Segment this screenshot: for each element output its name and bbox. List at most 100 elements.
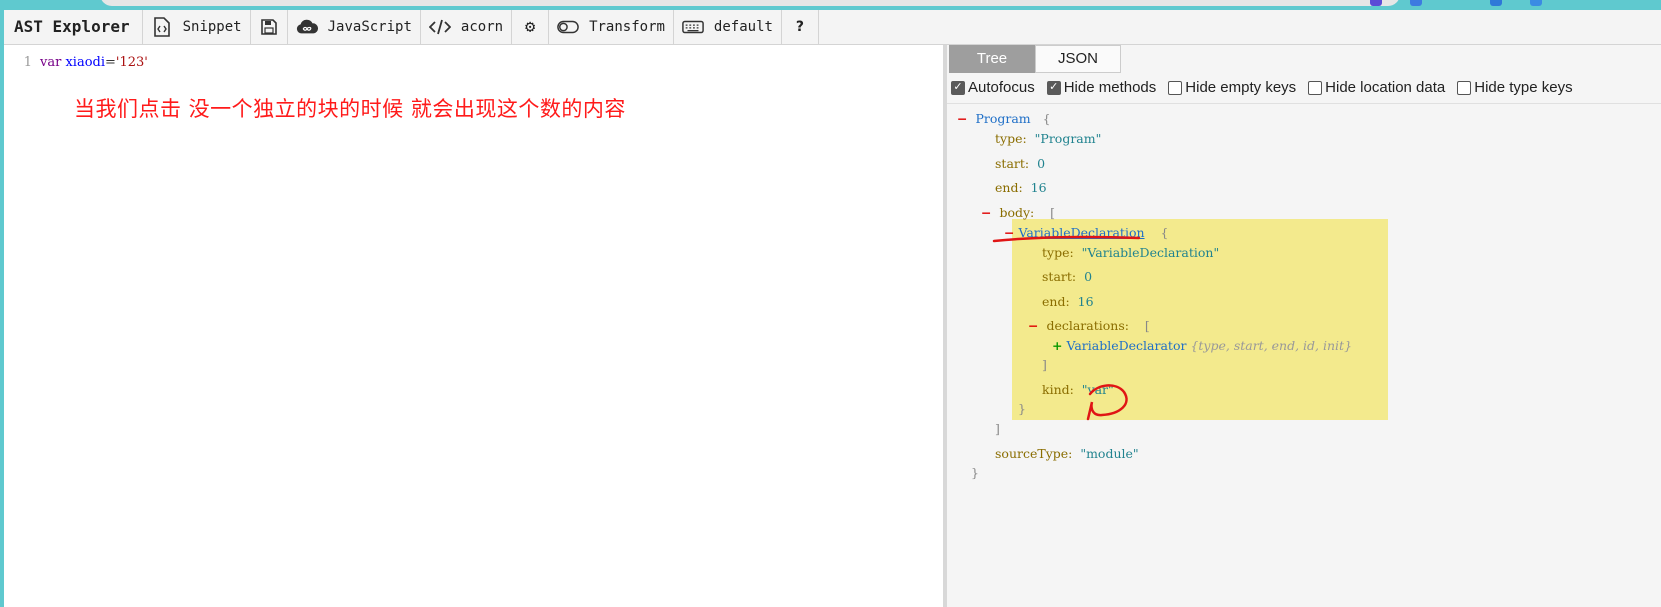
tree-property[interactable]: end: 16	[1042, 294, 1094, 309]
property-key: start:	[1042, 269, 1077, 284]
property-key: body:	[999, 205, 1035, 220]
option-hide-methods[interactable]: ✓ Hide methods	[1046, 79, 1157, 96]
bracket-close: ]	[995, 421, 1000, 436]
property-value: "var"	[1081, 382, 1114, 397]
property-value: "Program"	[1034, 131, 1102, 146]
code-editor[interactable]: 1 var xiaodi='123' 当我们点击 没一个独立的块的时候 就会出现这…	[4, 45, 947, 607]
browser-frame-strip	[0, 0, 1661, 10]
brace-close: }	[1018, 401, 1026, 416]
property-key: start:	[995, 156, 1030, 171]
option-hide-location-data[interactable]: Hide location data	[1308, 79, 1445, 96]
cloud-infinity-icon	[296, 16, 318, 38]
checkbox-checked-icon[interactable]: ✓	[1046, 80, 1061, 95]
keyboard-icon	[682, 16, 704, 38]
expand-toggle[interactable]: +	[1052, 338, 1062, 353]
tree-property[interactable]: start: 0	[1042, 269, 1092, 284]
output-panel: Tree JSON ✓ Autofocus ✓ Hide methods Hide …	[947, 45, 1661, 607]
tree-node-variable-declaration[interactable]: − VariableDeclaration {	[1004, 225, 1168, 240]
bracket: [	[1144, 318, 1150, 333]
tree-property[interactable]: kind: "var"	[1042, 382, 1114, 397]
tab-tree[interactable]: Tree	[949, 45, 1035, 73]
toolbar: AST Explorer Snippet JavaScript acorn ⚙ …	[4, 10, 1661, 45]
gear-icon: ⚙	[524, 17, 536, 37]
option-autofocus[interactable]: ✓ Autofocus	[951, 79, 1035, 96]
help-button[interactable]: ?	[782, 10, 819, 44]
tree-property-body[interactable]: − body: [	[981, 205, 1055, 220]
tree-options: ✓ Autofocus ✓ Hide methods Hide empty keys…	[951, 79, 1573, 96]
question-icon: ?	[795, 19, 804, 35]
option-label: Hide type keys	[1474, 79, 1573, 96]
property-value: 0	[1084, 269, 1093, 284]
brace: {	[1042, 111, 1051, 126]
option-label: Hide location data	[1325, 79, 1446, 96]
transform-toggle[interactable]: Transform	[549, 10, 674, 44]
save-button[interactable]	[251, 10, 288, 44]
property-key: kind:	[1042, 382, 1074, 397]
brace-close: }	[971, 465, 979, 480]
property-key: end:	[1042, 294, 1070, 309]
language-label: JavaScript	[327, 19, 412, 35]
keymap-select[interactable]: default	[674, 10, 782, 44]
option-label: Autofocus	[968, 79, 1035, 96]
language-select[interactable]: JavaScript	[288, 10, 421, 44]
tree-node-program[interactable]: − Program {	[957, 111, 1051, 126]
code-icon	[428, 16, 451, 38]
collapse-toggle[interactable]: −	[957, 111, 967, 126]
code-line: 1 var xiaodi='123'	[4, 55, 148, 70]
property-value: 0	[1037, 156, 1046, 171]
output-tabs: Tree JSON	[949, 45, 1121, 73]
node-name: VariableDeclarator	[1066, 338, 1187, 353]
tree-property[interactable]: end: 16	[995, 180, 1047, 195]
parser-settings-button[interactable]: ⚙	[512, 10, 550, 44]
bracket-close: ]	[1042, 357, 1047, 372]
code-keyword: var	[40, 55, 62, 70]
property-key: type:	[995, 131, 1027, 146]
property-value: "VariableDeclaration"	[1081, 245, 1220, 260]
snippet-menu[interactable]: Snippet	[143, 10, 251, 44]
tree-node-variable-declarator[interactable]: + VariableDeclarator {type, start, end, …	[1052, 338, 1352, 353]
extension-icon[interactable]	[1370, 0, 1382, 6]
code-operator: =	[105, 55, 116, 70]
checkbox-checked-icon[interactable]: ✓	[951, 80, 965, 95]
collapse-toggle[interactable]: −	[1028, 318, 1038, 333]
option-hide-type-keys[interactable]: Hide type keys	[1457, 79, 1573, 96]
collapse-toggle[interactable]: −	[1004, 225, 1014, 240]
parser-label: acorn	[460, 19, 504, 35]
extension-icon[interactable]	[1410, 0, 1422, 6]
save-icon	[258, 16, 280, 38]
tree-property[interactable]: type: "Program"	[995, 131, 1101, 146]
divider	[947, 103, 1661, 104]
parser-select[interactable]: acorn	[421, 10, 513, 44]
checkbox-icon[interactable]	[1168, 80, 1183, 95]
node-name: Program	[975, 111, 1031, 126]
checkbox-icon[interactable]	[1457, 80, 1472, 95]
property-key: end:	[995, 180, 1023, 195]
property-value: "module"	[1080, 446, 1139, 461]
line-number: 1	[23, 55, 32, 70]
property-value: 16	[1077, 294, 1094, 309]
ast-tree: − Program { type: "Program" start: 0 end…	[947, 105, 1661, 605]
browser-address-bar[interactable]	[100, 0, 1400, 6]
option-label: Hide empty keys	[1185, 79, 1297, 96]
ast-explorer-app: AST Explorer Snippet JavaScript acorn ⚙ …	[4, 10, 1661, 607]
transform-label: Transform	[589, 19, 665, 35]
option-label: Hide methods	[1063, 79, 1157, 96]
extension-icon[interactable]	[1530, 0, 1542, 6]
checkbox-icon[interactable]	[1308, 80, 1323, 95]
bracket: [	[1050, 205, 1056, 220]
tree-property[interactable]: sourceType: "module"	[995, 446, 1139, 461]
tab-json[interactable]: JSON	[1035, 45, 1121, 73]
option-hide-empty-keys[interactable]: Hide empty keys	[1168, 79, 1296, 96]
tree-property-declarations[interactable]: − declarations: [	[1028, 318, 1150, 333]
toggle-icon	[557, 16, 579, 38]
extension-icon[interactable]	[1490, 0, 1502, 6]
code-string: '123'	[115, 55, 148, 70]
keymap-label: default	[713, 19, 773, 35]
collapse-toggle[interactable]: −	[981, 205, 991, 220]
brace: {	[1160, 225, 1169, 240]
tree-property[interactable]: start: 0	[995, 156, 1045, 171]
node-name: VariableDeclaration	[1018, 225, 1145, 240]
tree-property[interactable]: type: "VariableDeclaration"	[1042, 245, 1219, 260]
app-title: AST Explorer	[4, 10, 143, 44]
property-key: type:	[1042, 245, 1074, 260]
